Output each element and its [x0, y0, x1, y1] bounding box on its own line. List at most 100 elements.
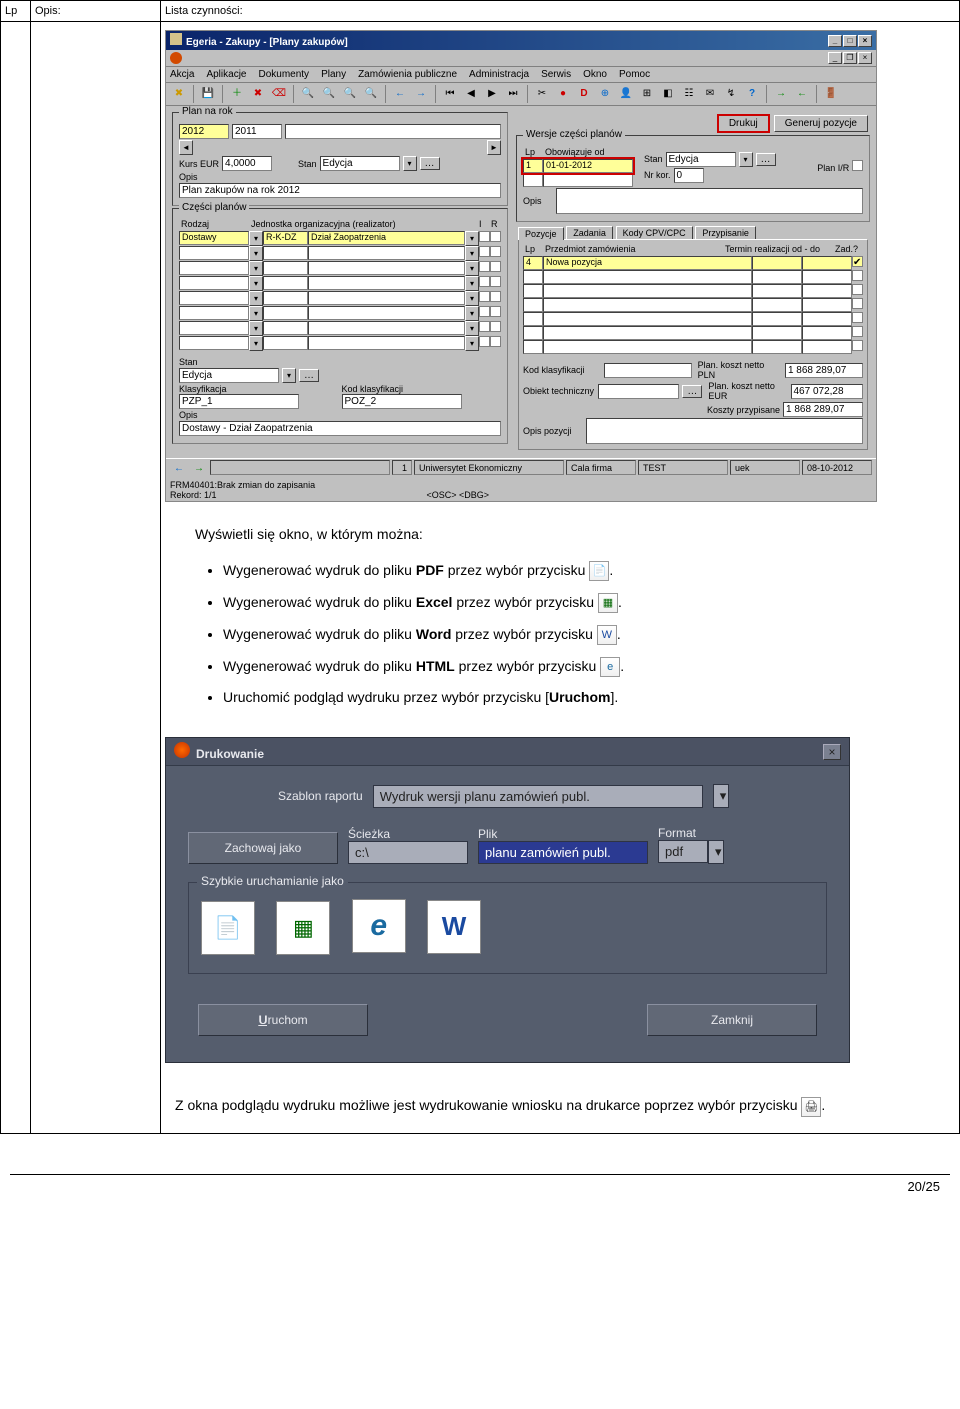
nav-icon[interactable]: →	[190, 460, 208, 478]
rok-input[interactable]: 2012	[179, 124, 229, 139]
nav-icon[interactable]: ←	[170, 460, 188, 478]
dropdown-icon[interactable]: ▾	[708, 840, 724, 864]
save-icon[interactable]: 💾	[199, 85, 217, 103]
tool-icon[interactable]: ✂	[533, 85, 551, 103]
zamknij-button[interactable]: Zamknij	[647, 1004, 817, 1036]
search-icon-3[interactable]: 🔍	[341, 85, 359, 103]
opis-input[interactable]: Plan zakupów na rok 2012	[179, 183, 501, 198]
tool-icon[interactable]: ↯	[722, 85, 740, 103]
menu-item[interactable]: Okno	[583, 69, 607, 80]
zachowaj-button[interactable]: Zachowaj jako	[188, 832, 338, 864]
exit-icon[interactable]: 🚪	[822, 85, 840, 103]
arrow-icon[interactable]: →	[772, 85, 790, 103]
field[interactable]	[285, 124, 501, 139]
dropdown-icon[interactable]: ▾	[403, 156, 417, 171]
input[interactable]	[604, 363, 692, 378]
tab[interactable]: Kody CPV/CPC	[616, 226, 693, 239]
prev-icon[interactable]: ◀	[462, 85, 480, 103]
menu-item[interactable]: Serwis	[541, 69, 571, 80]
dropdown-icon[interactable]: ◄	[179, 140, 193, 155]
close-button-2[interactable]: ×	[858, 52, 872, 64]
menu-item[interactable]: Zamówienia publiczne	[358, 69, 457, 80]
cell[interactable]: 1	[523, 159, 543, 173]
cell[interactable]: Dostawy	[179, 231, 249, 245]
stan-input[interactable]: Edycja	[320, 156, 400, 171]
checkbox[interactable]	[852, 160, 863, 171]
eur-input[interactable]: 467 072,28	[791, 384, 864, 399]
cell[interactable]: 4	[523, 256, 543, 270]
add-icon[interactable]: ＋	[228, 85, 246, 103]
cell[interactable]: 01-01-2012	[543, 159, 633, 173]
sciezka-input[interactable]: c:\	[348, 841, 468, 864]
menu-item[interactable]: Pomoc	[619, 69, 650, 80]
mail-icon[interactable]: ✉	[701, 85, 719, 103]
tool-icon[interactable]: ●	[554, 85, 572, 103]
input[interactable]	[598, 384, 679, 399]
dropdown-icon[interactable]: ►	[487, 140, 501, 155]
tool-icon[interactable]: ⊕	[596, 85, 614, 103]
help-icon[interactable]: ?	[743, 85, 761, 103]
klas-input[interactable]: PZP_1	[179, 394, 299, 409]
dropdown-icon[interactable]: ▾	[739, 152, 753, 167]
close-button[interactable]: ×	[858, 35, 872, 47]
menu-item[interactable]: Plany	[321, 69, 346, 80]
checkbox[interactable]: ✔	[852, 256, 863, 267]
next-icon[interactable]: ▶	[483, 85, 501, 103]
minimize-button[interactable]: _	[828, 35, 842, 47]
kurs-input[interactable]: 4,0000	[222, 156, 272, 171]
tool-icon[interactable]: ◧	[659, 85, 677, 103]
ie-icon[interactable]: e	[352, 899, 406, 953]
tool-icon[interactable]: ✖	[170, 85, 188, 103]
arrow-icon[interactable]: ←	[793, 85, 811, 103]
checkbox[interactable]	[479, 231, 490, 242]
nav-next-icon[interactable]: →	[412, 85, 430, 103]
nrkor-input[interactable]: 0	[674, 168, 704, 183]
tool-d-icon[interactable]: D	[575, 85, 593, 103]
opis-input[interactable]	[556, 188, 863, 214]
opis-input[interactable]: Dostawy - Dział Zaopatrzenia	[179, 421, 501, 436]
stan-input[interactable]: Edycja	[179, 368, 279, 383]
kod-input[interactable]: POZ_2	[342, 394, 462, 409]
word-icon[interactable]: W	[427, 900, 481, 954]
excel-icon[interactable]: ▦	[276, 901, 330, 955]
cell[interactable]: Dział Zaopatrzenia	[308, 231, 465, 245]
drukuj-button[interactable]: Drukuj	[717, 114, 770, 133]
pln-input[interactable]: 1 868 289,07	[785, 363, 863, 378]
minimize-button-2[interactable]: _	[828, 52, 842, 64]
ellipsis-button[interactable]: …	[420, 157, 440, 170]
ellipsis-button[interactable]: …	[682, 385, 702, 398]
search-icon-2[interactable]: 🔍	[320, 85, 338, 103]
dropdown-icon[interactable]: ▾	[713, 784, 729, 808]
delete-icon[interactable]: ✖	[249, 85, 267, 103]
restore-button[interactable]: ❐	[843, 52, 857, 64]
opis-input[interactable]	[586, 418, 863, 444]
pdf-icon[interactable]: 📄	[201, 901, 255, 955]
maximize-button[interactable]: □	[843, 35, 857, 47]
plik-input[interactable]: planu zamówień publ.	[478, 841, 648, 864]
close-button[interactable]: ×	[823, 744, 841, 760]
person-icon[interactable]: 👤	[617, 85, 635, 103]
rok2-input[interactable]: 2011	[232, 124, 282, 139]
uruchom-button[interactable]: UUruchom	[198, 1004, 368, 1036]
tab[interactable]: Przypisanie	[695, 226, 756, 239]
last-icon[interactable]: ⏭	[504, 85, 522, 103]
format-input[interactable]: pdf	[658, 840, 708, 863]
cell[interactable]: R-K-DZ	[263, 231, 308, 245]
first-icon[interactable]: ⏮	[441, 85, 459, 103]
menu-item[interactable]: Aplikacje	[206, 69, 246, 80]
tab[interactable]: Zadania	[566, 226, 613, 239]
menu-item[interactable]: Akcja	[170, 69, 194, 80]
stan-input[interactable]: Edycja	[666, 152, 736, 167]
search-icon[interactable]: 🔍	[299, 85, 317, 103]
ellipsis-button[interactable]: …	[756, 153, 776, 166]
ellipsis-button[interactable]: …	[299, 369, 319, 382]
search-icon-4[interactable]: 🔍	[362, 85, 380, 103]
checkbox[interactable]	[490, 231, 501, 242]
tab[interactable]: Pozycje	[518, 227, 564, 240]
dropdown-icon[interactable]: ▾	[465, 231, 479, 246]
szablon-input[interactable]: Wydruk wersji planu zamówień publ.	[373, 785, 703, 808]
menu-item[interactable]: Dokumenty	[258, 69, 309, 80]
clear-icon[interactable]: ⌫	[270, 85, 288, 103]
dropdown-icon[interactable]: ▾	[282, 368, 296, 383]
cell[interactable]: Nowa pozycja	[543, 256, 752, 270]
